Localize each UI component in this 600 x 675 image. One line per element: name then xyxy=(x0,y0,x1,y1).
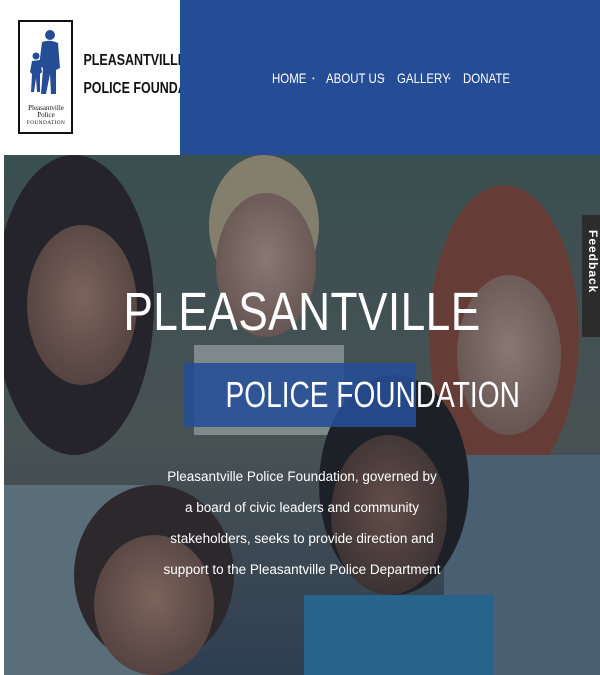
logo-name-line2: POLICE FOUNDATION xyxy=(83,80,216,97)
feedback-label: Feedback xyxy=(586,230,600,294)
nav-item-donate[interactable]: DONATE xyxy=(463,70,510,86)
nav-item-about-us[interactable]: ABOUT US xyxy=(326,70,384,86)
nav-item-gallery[interactable]: GALLERY xyxy=(397,70,450,86)
nav-bar: HOME • ABOUT US • GALLERY • DONATE xyxy=(180,0,600,155)
hero-subtitle: POLICE FOUNDATION xyxy=(225,374,520,415)
nav-separator: • xyxy=(382,73,385,83)
nav-separator: • xyxy=(448,73,451,83)
main-nav: HOME • ABOUT US • GALLERY • DONATE xyxy=(180,66,600,90)
feedback-button[interactable]: Feedback xyxy=(582,215,600,337)
nav-separator: • xyxy=(312,73,315,83)
hero-title: PLEASANTVILLE xyxy=(123,282,481,342)
site-header: Pleasantville Police FOUNDATION PLEASANT… xyxy=(0,0,600,155)
logo-seal-text: Pleasantville Police FOUNDATION xyxy=(22,103,70,126)
logo-name: PLEASANTVILLE POLICE FOUNDATION xyxy=(83,47,216,103)
logo-name-line1: PLEASANTVILLE xyxy=(83,52,187,69)
hero-section: PLEASANTVILLE POLICE FOUNDATION Pleasant… xyxy=(4,155,600,675)
logo-seal-line2: FOUNDATION xyxy=(26,119,66,126)
logo-seal: Pleasantville Police FOUNDATION xyxy=(18,20,73,134)
logo-seal-line1: Pleasantville Police xyxy=(28,103,64,120)
hero-description: Pleasantville Police Foundation, governe… xyxy=(163,469,441,577)
nav-item-home[interactable]: HOME xyxy=(272,70,306,86)
officer-with-child-icon xyxy=(30,30,60,94)
hero-content: PLEASANTVILLE POLICE FOUNDATION Pleasant… xyxy=(4,155,600,675)
logo[interactable]: Pleasantville Police FOUNDATION PLEASANT… xyxy=(0,0,216,155)
hero-subtitle-banner: POLICE FOUNDATION xyxy=(184,363,520,427)
